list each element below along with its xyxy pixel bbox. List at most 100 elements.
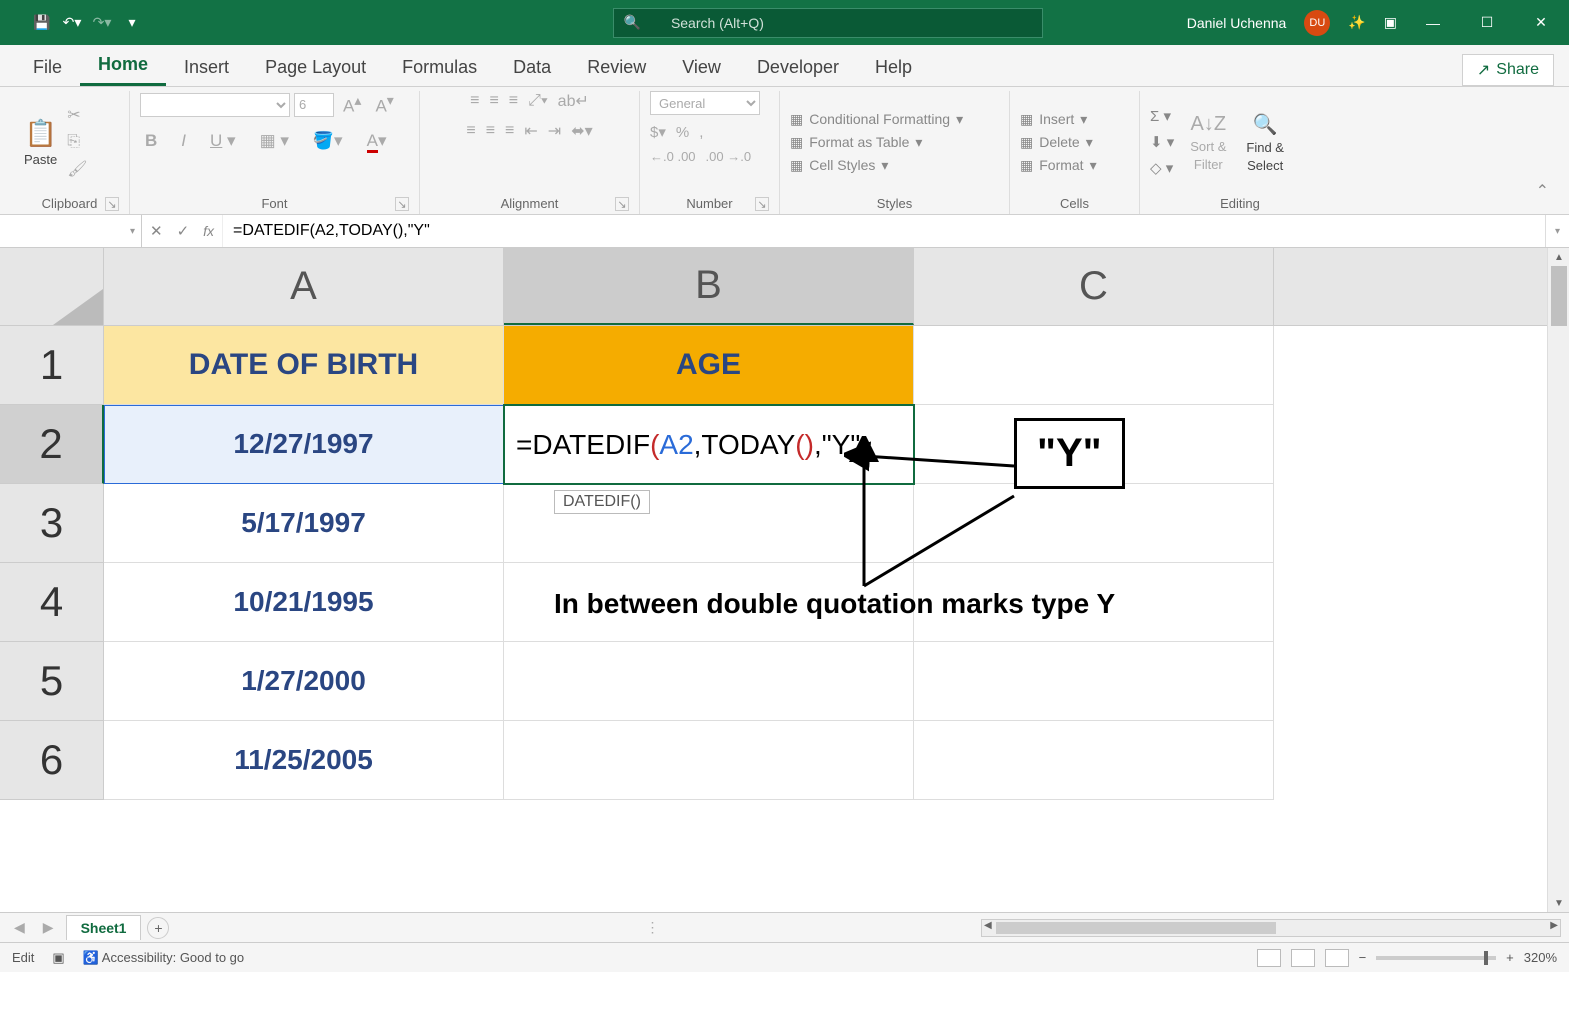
align-right-icon[interactable]: ≡ <box>505 122 514 140</box>
add-sheet-button[interactable]: + <box>147 917 169 939</box>
qat-dropdown-icon[interactable]: ▾ <box>120 11 144 35</box>
comma-icon[interactable]: , <box>699 124 703 141</box>
insert-cells-button[interactable]: ▦Insert ▾ <box>1020 111 1097 128</box>
fill-icon[interactable]: ⬇ ▾ <box>1150 133 1174 151</box>
row-header-2[interactable]: 2 <box>0 405 104 484</box>
delete-cells-button[interactable]: ▦Delete ▾ <box>1020 134 1097 151</box>
cell-b2[interactable]: =DATEDIF(A2,TODAY(),"Y" <box>504 405 914 484</box>
vertical-scrollbar[interactable]: ▲ ▼ <box>1547 248 1569 912</box>
font-size-input[interactable] <box>294 93 334 117</box>
col-header-c[interactable]: C <box>914 248 1274 325</box>
cell-c3[interactable] <box>914 484 1274 563</box>
decrease-font-icon[interactable]: A▾ <box>370 91 398 119</box>
horizontal-scrollbar[interactable]: ◀ ▶ <box>981 919 1561 937</box>
redo-icon[interactable]: ↷▾ <box>90 11 114 35</box>
row-header-5[interactable]: 5 <box>0 642 104 721</box>
find-select-button[interactable]: 🔍 Find &Select <box>1242 108 1288 177</box>
italic-button[interactable]: I <box>176 129 191 153</box>
cell-a1[interactable]: DATE OF BIRTH <box>104 326 504 405</box>
number-launcher[interactable]: ↘ <box>755 197 769 211</box>
increase-font-icon[interactable]: A▴ <box>338 91 366 119</box>
tab-view[interactable]: View <box>664 49 739 86</box>
undo-icon[interactable]: ↶▾ <box>60 11 84 35</box>
scroll-up-icon[interactable]: ▲ <box>1548 248 1569 266</box>
border-button[interactable]: ▦ ▾ <box>255 129 294 153</box>
clear-icon[interactable]: ◇ ▾ <box>1150 159 1174 177</box>
align-bottom-icon[interactable]: ≡ <box>509 92 518 110</box>
tab-split-icon[interactable]: ⋮ <box>645 919 659 936</box>
indent-decrease-icon[interactable]: ⇤ <box>524 121 537 141</box>
scroll-thumb[interactable] <box>1551 266 1567 326</box>
zoom-in-icon[interactable]: + <box>1506 950 1514 965</box>
align-top-icon[interactable]: ≡ <box>470 92 479 110</box>
autosum-icon[interactable]: Σ ▾ <box>1150 107 1174 125</box>
increase-decimal-icon[interactable]: ←.0 .00 <box>650 149 696 164</box>
format-painter-icon[interactable]: 🖌 <box>67 159 87 179</box>
align-left-icon[interactable]: ≡ <box>466 122 475 140</box>
indent-increase-icon[interactable]: ⇥ <box>548 121 561 141</box>
user-name[interactable]: Daniel Uchenna <box>1187 15 1287 31</box>
sheet-nav-prev-icon[interactable]: ◀ <box>8 919 31 936</box>
number-format-select[interactable]: General <box>650 91 760 115</box>
bold-button[interactable]: B <box>140 129 162 153</box>
accessibility-status[interactable]: ♿ Accessibility: Good to go <box>83 950 244 966</box>
zoom-level[interactable]: 320% <box>1524 950 1557 965</box>
font-color-button[interactable]: A▾ <box>362 129 392 153</box>
sort-filter-button[interactable]: A↓Z Sort &Filter <box>1186 109 1230 176</box>
align-middle-icon[interactable]: ≡ <box>489 92 498 110</box>
search-box[interactable]: 🔍 Search (Alt+Q) <box>613 8 1043 38</box>
alignment-launcher[interactable]: ↘ <box>615 197 629 211</box>
decrease-decimal-icon[interactable]: .00 →.0 <box>706 149 752 164</box>
tab-review[interactable]: Review <box>569 49 664 86</box>
paste-button[interactable]: 📋 Paste <box>20 114 61 171</box>
expand-formula-bar-icon[interactable]: ▾ <box>1545 215 1569 247</box>
cell-a2[interactable]: 12/27/1997 <box>104 405 504 484</box>
font-launcher[interactable]: ↘ <box>395 197 409 211</box>
scroll-down-icon[interactable]: ▼ <box>1548 894 1569 912</box>
format-as-table-button[interactable]: ▦Format as Table ▾ <box>790 134 963 151</box>
row-header-3[interactable]: 3 <box>0 484 104 563</box>
cell-b6[interactable] <box>504 721 914 800</box>
copy-icon[interactable]: ⎘ <box>67 133 87 151</box>
zoom-slider[interactable] <box>1376 956 1496 960</box>
collapse-ribbon-icon[interactable]: ⌃ <box>1536 91 1559 214</box>
cell-c6[interactable] <box>914 721 1274 800</box>
tab-home[interactable]: Home <box>80 46 166 86</box>
tab-insert[interactable]: Insert <box>166 49 247 86</box>
cell-a3[interactable]: 5/17/1997 <box>104 484 504 563</box>
conditional-formatting-button[interactable]: ▦Conditional Formatting ▾ <box>790 111 963 128</box>
font-family-select[interactable] <box>140 93 290 117</box>
tab-help[interactable]: Help <box>857 49 930 86</box>
clipboard-launcher[interactable]: ↘ <box>105 197 119 211</box>
hscroll-thumb[interactable] <box>996 922 1276 934</box>
tab-formulas[interactable]: Formulas <box>384 49 495 86</box>
macro-record-icon[interactable]: ▣ <box>52 950 64 966</box>
view-normal-icon[interactable] <box>1257 949 1281 967</box>
coming-soon-icon[interactable]: ✨ <box>1348 14 1365 31</box>
tab-page-layout[interactable]: Page Layout <box>247 49 384 86</box>
save-icon[interactable]: 💾 <box>30 11 54 35</box>
sheet-tab-sheet1[interactable]: Sheet1 <box>66 915 142 940</box>
cell-styles-button[interactable]: ▦Cell Styles ▾ <box>790 157 963 174</box>
view-page-layout-icon[interactable] <box>1291 949 1315 967</box>
minimize-button[interactable]: — <box>1415 8 1451 38</box>
cell-b1[interactable]: AGE <box>504 326 914 405</box>
merge-center-icon[interactable]: ⬌▾ <box>571 121 592 141</box>
row-header-1[interactable]: 1 <box>0 326 104 405</box>
accept-formula-icon[interactable]: ✓ <box>177 222 190 240</box>
cell-a4[interactable]: 10/21/1995 <box>104 563 504 642</box>
tab-file[interactable]: File <box>15 49 80 86</box>
cancel-formula-icon[interactable]: ✕ <box>150 222 163 240</box>
ribbon-mode-icon[interactable]: ▣ <box>1384 14 1397 31</box>
currency-icon[interactable]: $▾ <box>650 123 666 141</box>
row-header-6[interactable]: 6 <box>0 721 104 800</box>
share-button[interactable]: ↗Share <box>1462 54 1554 86</box>
zoom-out-icon[interactable]: − <box>1359 950 1367 965</box>
tab-developer[interactable]: Developer <box>739 49 857 86</box>
name-box[interactable] <box>0 215 142 247</box>
cell-a5[interactable]: 1/27/2000 <box>104 642 504 721</box>
tab-data[interactable]: Data <box>495 49 569 86</box>
close-button[interactable]: ✕ <box>1523 8 1559 38</box>
cell-a6[interactable]: 11/25/2005 <box>104 721 504 800</box>
user-avatar[interactable]: DU <box>1304 10 1330 36</box>
